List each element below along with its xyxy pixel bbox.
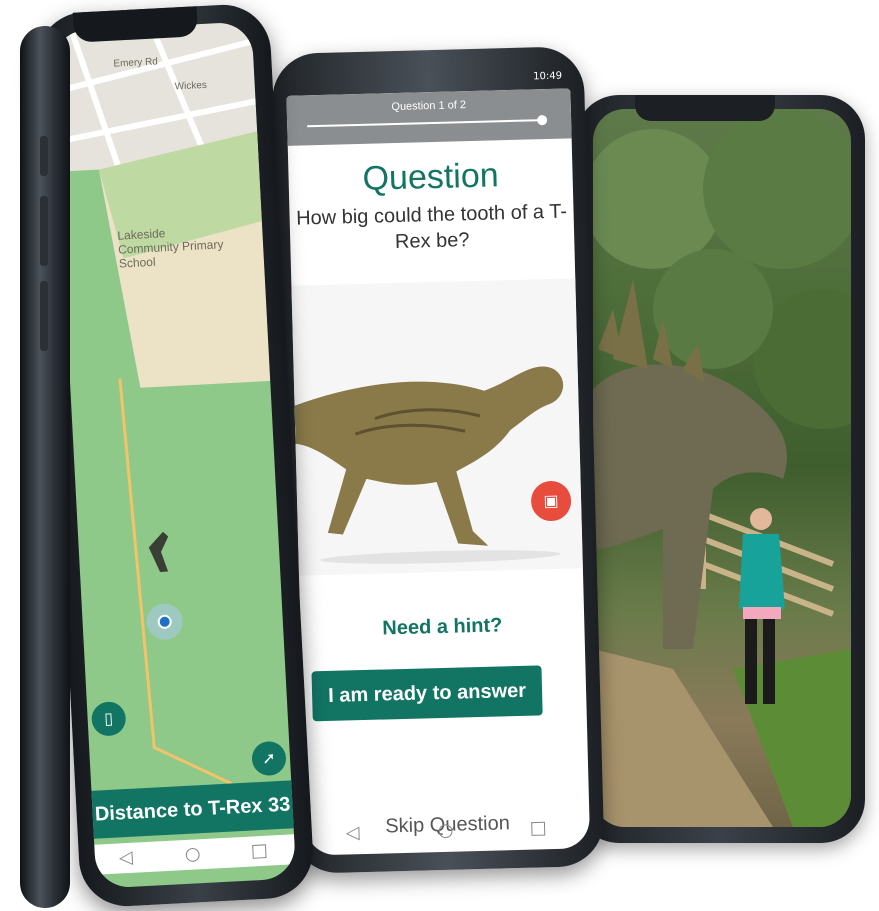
volume-button xyxy=(40,196,48,266)
map-nav-home-icon[interactable]: ○ xyxy=(184,843,201,865)
trex-image xyxy=(291,278,583,576)
map-nav-back-icon[interactable]: ◁ xyxy=(118,847,133,869)
progress-knob xyxy=(537,115,548,126)
ready-to-answer-button[interactable]: I am ready to answer xyxy=(311,665,543,722)
ar-scene xyxy=(593,109,851,827)
map-nav-recent-icon[interactable]: □ xyxy=(250,840,268,862)
trex-illustration xyxy=(294,366,563,564)
power-button xyxy=(40,281,48,351)
map-screen: Wickes Emery Rd Lakeside Community Prima… xyxy=(51,21,297,889)
status-time: 10:49 xyxy=(533,70,563,83)
phone-quiz: 10:49 Question 1 of 2 Question How big c… xyxy=(271,46,605,874)
progress-label: Question 1 of 2 xyxy=(391,99,467,114)
nav-back-icon[interactable]: ◁ xyxy=(345,822,359,843)
quiz-screen: Question 1 of 2 Question How big could t… xyxy=(286,88,591,856)
question-title: Question xyxy=(362,156,500,198)
phone-ar-view xyxy=(575,95,865,843)
question-text: How big could the tooth of a T-Rex be? xyxy=(295,200,568,254)
progress-bar xyxy=(307,119,544,128)
progress-header: Question 1 of 2 xyxy=(286,88,572,146)
nav-recent-icon[interactable]: □ xyxy=(529,817,547,838)
map-label-street: Emery Rd xyxy=(113,56,159,70)
notch xyxy=(635,95,775,121)
nav-home-icon[interactable]: ○ xyxy=(437,820,453,841)
ar-camera-view xyxy=(593,109,851,827)
volume-button xyxy=(40,136,48,176)
phone-side-edge xyxy=(20,26,70,908)
phone-map: Wickes Emery Rd Lakeside Community Prima… xyxy=(34,2,316,909)
hint-link[interactable]: Need a hint? xyxy=(300,612,585,642)
map-label-wickes: Wickes xyxy=(174,79,208,93)
map-label-school: Lakeside Community Primary School xyxy=(117,226,224,271)
